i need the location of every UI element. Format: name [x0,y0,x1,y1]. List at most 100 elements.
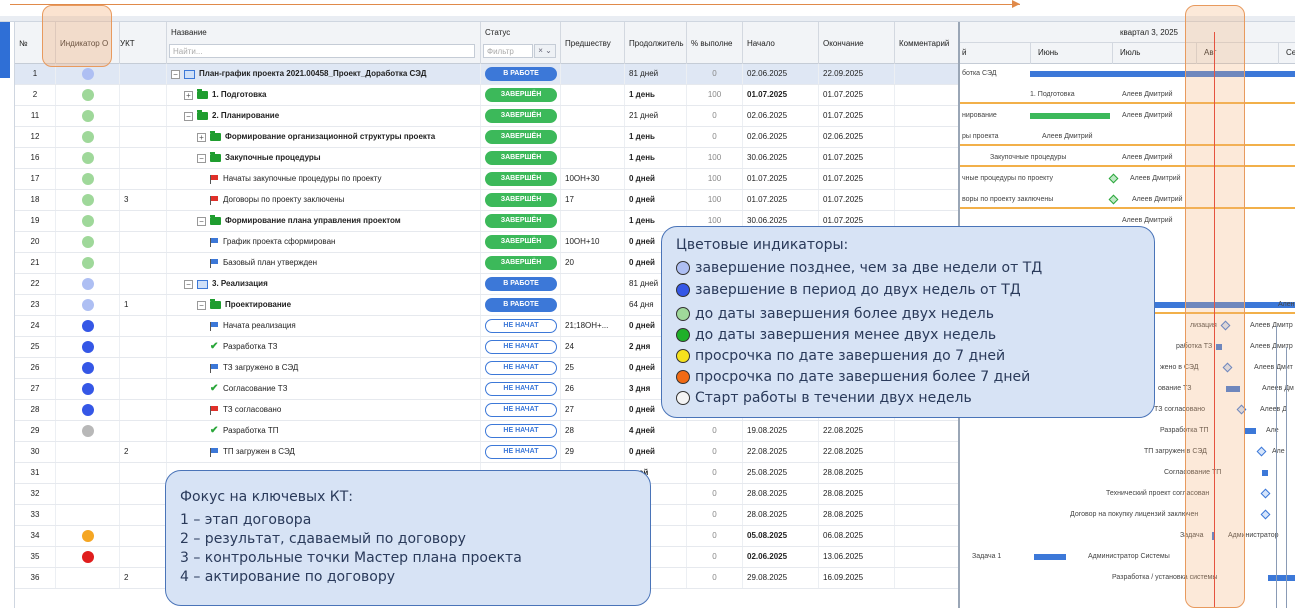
task-name-cell[interactable]: − Проектирование [167,295,481,315]
red-flag-icon [210,174,219,184]
col-percent[interactable]: % выполне [687,22,743,64]
task-name-cell[interactable]: − 2. Планирование [167,106,481,126]
expand-icon[interactable]: + [184,90,193,100]
status-indicator-dot [82,131,94,143]
status-badge[interactable]: ЗАВЕРШЁН [485,130,557,144]
status-badge[interactable]: ЗАВЕРШЁН [485,88,557,102]
comment-cell [895,190,959,210]
status-indicator-dot [82,341,94,353]
status-badge[interactable]: ЗАВЕРШЁН [485,151,557,165]
percent-cell: 0 [687,547,743,567]
status-badge[interactable]: НЕ НАЧАТ [485,319,557,333]
focus-callout: Фокус на ключевых КТ: 1 – этап договора … [165,470,651,606]
status-cell: ЗАВЕРШЁН [481,253,561,273]
status-badge[interactable]: В РАБОТЕ [485,298,557,312]
task-name: 3. Реализация [212,279,268,288]
table-row[interactable]: 29 ✔ Разработка ТП НЕ НАЧАТ 28 4 дней 0 19.08.2… [15,421,959,442]
status-badge[interactable]: НЕ НАЧАТ [485,403,557,417]
task-name-cell[interactable]: − 3. Реализация [167,274,481,294]
task-name-cell[interactable]: − Формирование плана управления проектом [167,211,481,231]
table-row[interactable]: 2 +1. Подготовка ЗАВЕРШЁН 1 день 100 01.07.20… [15,85,959,106]
collapse-icon[interactable]: − [184,111,193,121]
table-row[interactable]: 11 − 2. Планирование ЗАВЕРШЁН 21 дней 0 02.06.… [15,106,959,127]
status-badge[interactable]: НЕ НАЧАТ [485,361,557,375]
task-name-cell[interactable]: − План-график проекта 2021.00458_Проект_Д… [167,64,481,84]
status-badge[interactable]: ЗАВЕРШЁН [485,256,557,270]
status-filter-dropdown[interactable]: × ⌄ [534,44,556,58]
status-badge[interactable]: ЗАВЕРШЁН [485,172,557,186]
collapse-icon[interactable]: − [197,300,206,310]
legend-item: просрочка по дате завершения более 7 дне… [676,369,1030,385]
table-row[interactable]: 16 − Закупочные процедуры ЗАВЕРШЁН 1 день 100… [15,148,959,169]
task-name-cell[interactable]: График проекта сформирован [167,232,481,252]
check-icon: ✔ [210,425,219,436]
task-name-cell[interactable]: Договоры по проекту заключены [167,190,481,210]
task-name-cell[interactable]: Начата реализация [167,316,481,336]
task-name-cell[interactable]: +1. Подготовка [167,85,481,105]
status-badge[interactable]: НЕ НАЧАТ [485,382,557,396]
ukt-cell [120,148,167,168]
task-name-cell[interactable]: ТП загружен в СЭД [167,442,481,462]
comment-cell [895,505,959,525]
ukt-cell [120,526,167,546]
status-indicator-dot [82,173,94,185]
col-predecessors[interactable]: Предшеству [561,22,625,64]
predecessor-cell: 29 [561,442,625,462]
status-badge[interactable]: НЕ НАЧАТ [485,445,557,459]
task-name-cell[interactable]: + Формирование организационной структуры … [167,127,481,147]
task-name-cell[interactable]: Базовый план утвержден [167,253,481,273]
task-name-cell[interactable]: ✔ Разработка ТП [167,421,481,441]
gantt-label: Задача 1 [972,553,1002,560]
focus-title: Фокус на ключевых КТ: [180,489,354,505]
col-end[interactable]: Окончание [819,22,895,64]
status-badge[interactable]: ЗАВЕРШЁН [485,109,557,123]
status-badge[interactable]: НЕ НАЧАТ [485,340,557,354]
table-row[interactable]: 18 3 Договоры по проекту заключены ЗАВЕРШЁН… [15,190,959,211]
legend-title: Цветовые индикаторы: [676,237,849,253]
end-date-cell: 01.07.2025 [819,106,895,126]
collapse-icon[interactable]: − [171,69,180,79]
collapse-icon[interactable]: − [197,216,206,226]
task-name-cell[interactable]: ТЗ согласовано [167,400,481,420]
name-search-input[interactable]: Найти... [169,44,475,58]
start-date-cell: 02.06.2025 [743,547,819,567]
task-name: Базовый план утвержден [223,258,318,267]
col-name[interactable]: Название Найти... [167,22,481,64]
table-row[interactable]: 12 + Формирование организационной структур… [15,127,959,148]
ukt-cell [120,400,167,420]
ukt-cell: 3 [120,190,167,210]
predecessor-cell: 17 [561,190,625,210]
status-badge[interactable]: ЗАВЕРШЁН [485,193,557,207]
indicator-cell [56,526,120,546]
collapse-icon[interactable]: − [184,279,193,289]
status-badge[interactable]: ЗАВЕРШЁН [485,235,557,249]
table-row[interactable]: 1 − План-график проекта 2021.00458_Проект_… [15,64,959,85]
status-cell: ЗАВЕРШЁН [481,169,561,189]
task-name-cell[interactable]: − Закупочные процедуры [167,148,481,168]
status-badge[interactable]: НЕ НАЧАТ [485,424,557,438]
row-number: 34 [15,526,56,546]
status-filter-input[interactable]: Фильтр [483,44,533,58]
collapse-icon[interactable]: − [197,153,206,163]
task-name-cell[interactable]: Начаты закупочные процедуры по проекту [167,169,481,189]
expand-icon[interactable]: + [197,132,206,142]
col-status[interactable]: Статус Фильтр × ⌄ [481,22,561,64]
task-name: График проекта сформирован [223,237,336,246]
indicator-cell [56,379,120,399]
status-badge[interactable]: В РАБОТЕ [485,277,557,291]
status-cell: ЗАВЕРШЁН [481,85,561,105]
table-row[interactable]: 17 Начаты закупочные процедуры по проекту… [15,169,959,190]
legend-text: завершение в период до двух недель от ТД [695,282,1021,298]
col-duration[interactable]: Продолжитель [625,22,687,64]
status-badge[interactable]: В РАБОТЕ [485,67,557,81]
col-ukt[interactable]: УКТ [120,22,167,64]
row-number: 32 [15,484,56,504]
table-row[interactable]: 30 2 ТП загружен в СЭД НЕ НАЧАТ 29 0 дней 0 22.… [15,442,959,463]
ukt-cell: 1 [120,295,167,315]
task-name-cell[interactable]: ✔ Согласование ТЗ [167,379,481,399]
task-name-cell[interactable]: ТЗ загружено в СЭД [167,358,481,378]
status-badge[interactable]: ЗАВЕРШЁН [485,214,557,228]
col-start[interactable]: Начало [743,22,819,64]
col-comment[interactable]: Комментарий [895,22,959,64]
task-name-cell[interactable]: ✔ Разработка ТЗ [167,337,481,357]
